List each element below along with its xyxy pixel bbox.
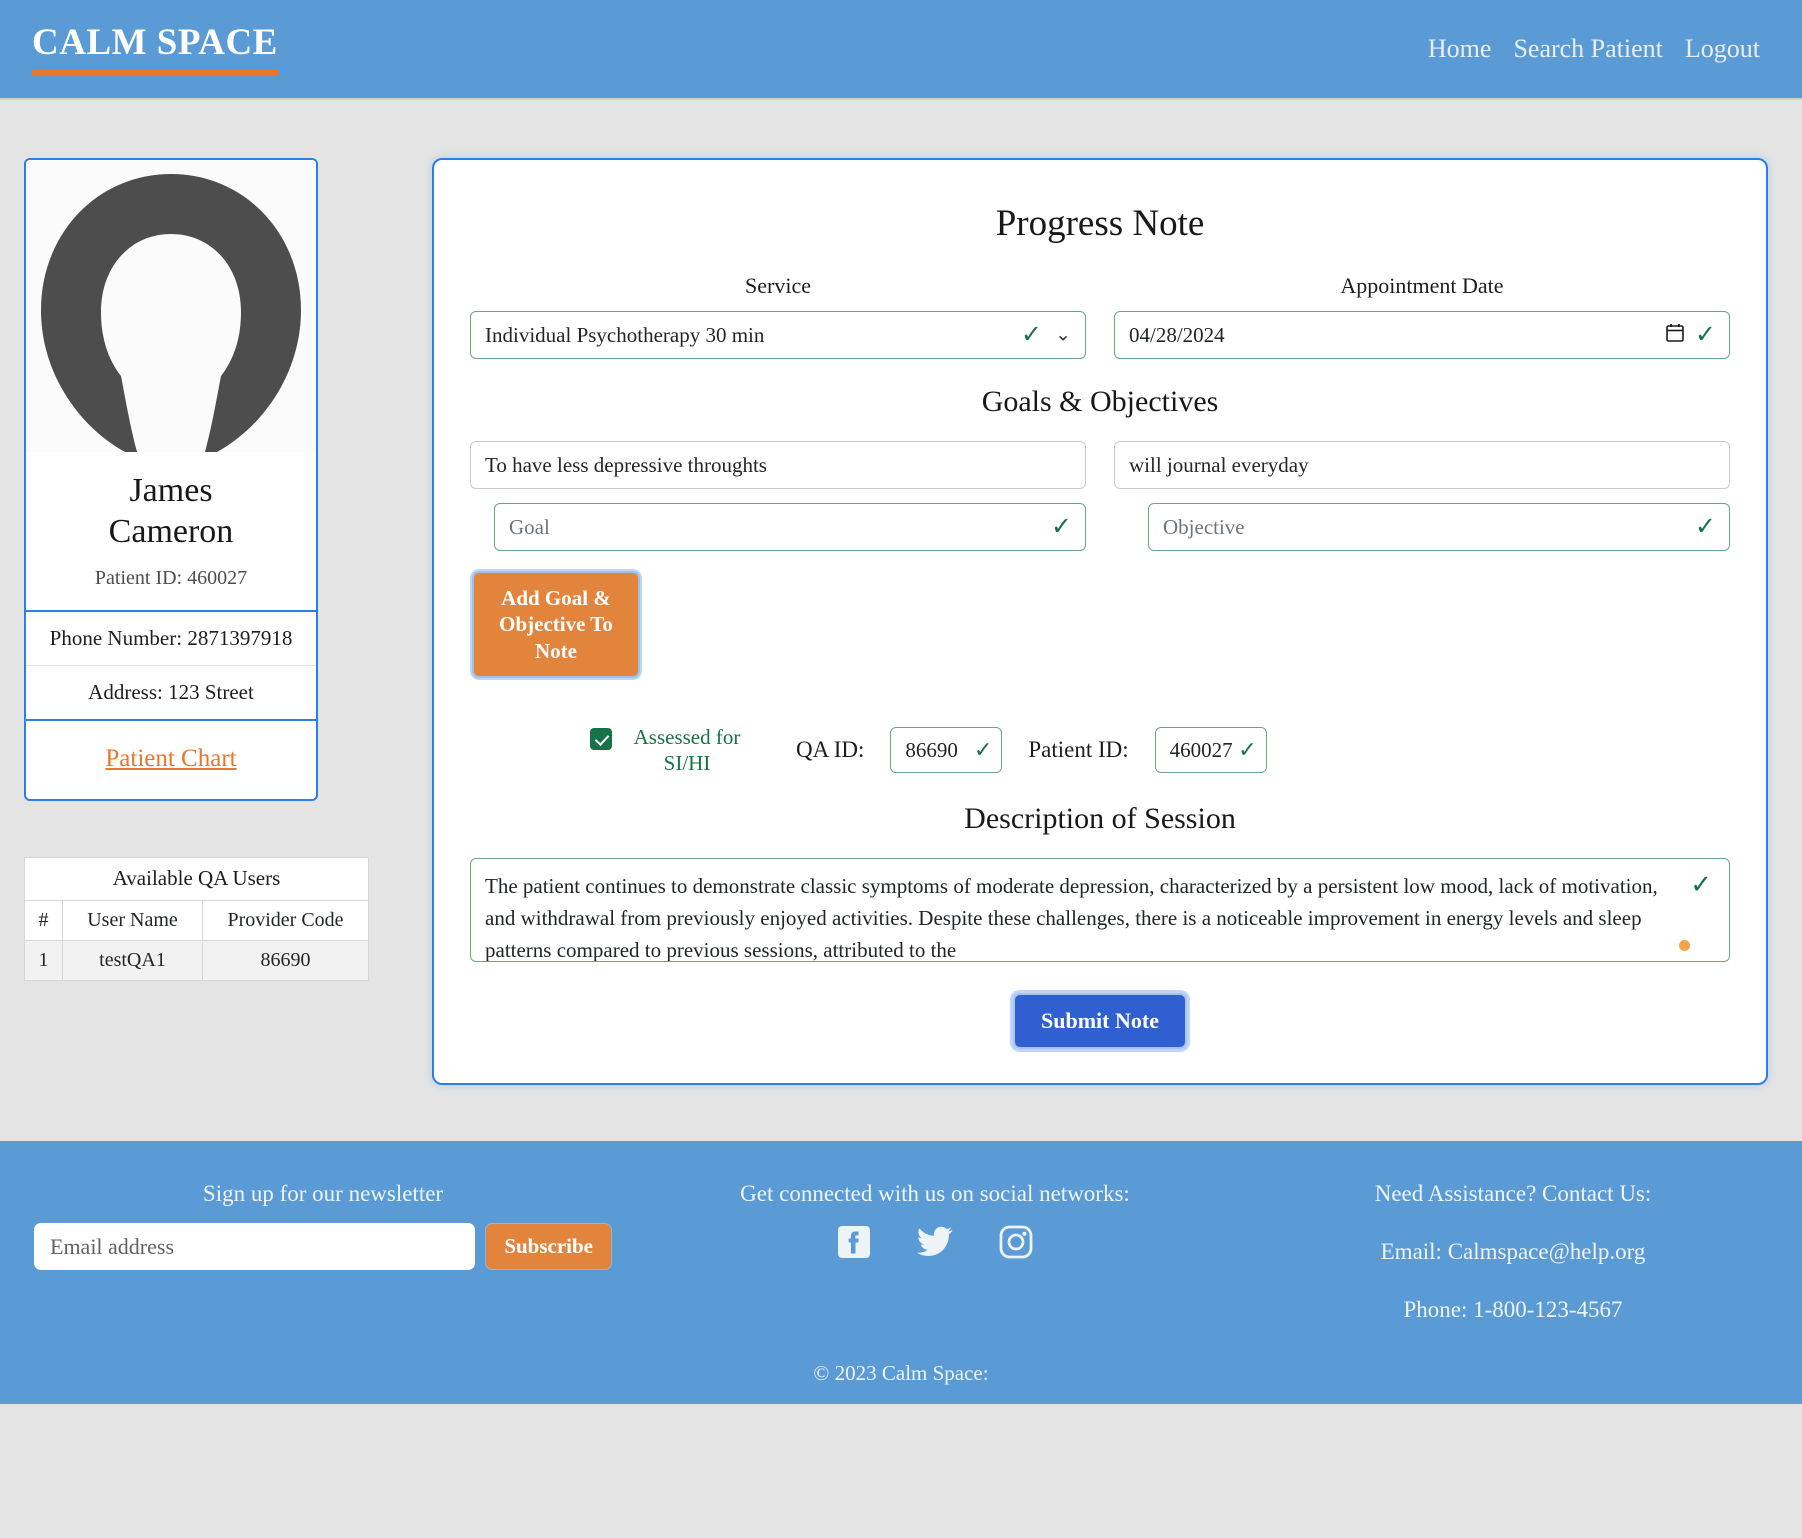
user-avatar-icon bbox=[41, 174, 301, 452]
objective-existing-input[interactable] bbox=[1114, 441, 1730, 489]
nav-link-logout[interactable]: Logout bbox=[1685, 34, 1760, 64]
goal-existing-input[interactable] bbox=[470, 441, 1086, 489]
footer-columns: Sign up for our newsletter Subscribe Get… bbox=[0, 1181, 1802, 1323]
qa-col-username: User Name bbox=[62, 899, 203, 941]
qa-col-number: # bbox=[24, 899, 63, 941]
goal-existing-field bbox=[470, 441, 1086, 489]
appointment-date-label: Appointment Date bbox=[1340, 273, 1504, 298]
contact-email: Email: Calmspace@help.org bbox=[1380, 1239, 1646, 1264]
assessed-label-line1: Assessed for bbox=[633, 724, 741, 749]
newsletter-form: Subscribe bbox=[34, 1223, 612, 1270]
patient-card-body: James Cameron Patient ID: 460027 bbox=[26, 452, 316, 610]
subscribe-button[interactable]: Subscribe bbox=[485, 1223, 612, 1270]
progress-note-panel: Progress Note Service ✓ ⌄ Appointment Da… bbox=[432, 158, 1768, 1086]
service-field: ✓ ⌄ bbox=[470, 311, 1086, 359]
qa-id-input[interactable] bbox=[890, 727, 1003, 773]
patient-last-name: Cameron bbox=[108, 513, 234, 551]
avatar bbox=[26, 160, 316, 452]
qa-users-table: Available QA Users # User Name Provider … bbox=[24, 856, 369, 981]
objective-new-field: ✓ bbox=[1148, 503, 1730, 551]
submit-note-button[interactable]: Submit Note bbox=[1013, 993, 1187, 1050]
qa-table-body: 1 testQA1 86690 bbox=[24, 939, 369, 981]
patient-card: James Cameron Patient ID: 460027 Phone N… bbox=[24, 158, 318, 801]
patient-id-label: Patient ID: bbox=[1028, 737, 1129, 762]
appointment-date-group: Appointment Date ✓ bbox=[1114, 273, 1730, 359]
qa-table-header-row: # User Name Provider Code bbox=[24, 899, 369, 941]
patient-id-text: Patient ID: 460027 bbox=[94, 566, 248, 589]
patient-phone: Phone Number: 2871397918 bbox=[26, 612, 316, 666]
objective-group: ✓ bbox=[1114, 441, 1730, 551]
top-navbar: CALM SPACE Home Search Patient Logout bbox=[0, 0, 1802, 100]
patient-id-input[interactable] bbox=[1154, 727, 1267, 773]
copyright-text: © 2023 Calm Space: bbox=[813, 1361, 989, 1385]
brand-logo[interactable]: CALM SPACE bbox=[32, 22, 278, 75]
description-title: Description of Session bbox=[964, 802, 1236, 836]
assessed-si-hi-group: Assessed for SI/HI bbox=[590, 724, 770, 777]
goal-group: ✓ bbox=[470, 441, 1086, 551]
submit-row: Submit Note bbox=[470, 993, 1730, 1050]
assessment-row: Assessed for SI/HI QA ID: ✓ Patient ID: … bbox=[470, 724, 1730, 777]
email-field[interactable] bbox=[34, 1223, 476, 1270]
goal-new-field: ✓ bbox=[494, 503, 1086, 551]
add-goal-objective-label-line1: Add Goal & bbox=[501, 586, 611, 610]
right-column: Progress Note Service ✓ ⌄ Appointment Da… bbox=[420, 158, 1802, 1086]
left-column: James Cameron Patient ID: 460027 Phone N… bbox=[0, 158, 420, 981]
patient-card-footer: Patient Chart bbox=[26, 721, 316, 799]
service-group: Service ✓ ⌄ bbox=[470, 273, 1086, 359]
goals-objectives-row: ✓ ✓ bbox=[470, 441, 1730, 551]
facebook-icon[interactable] bbox=[837, 1225, 871, 1259]
contact-phone: Phone: 1-800-123-4567 bbox=[1403, 1297, 1623, 1322]
social-column: Get connected with us on social networks… bbox=[646, 1181, 1224, 1259]
assessed-si-hi-checkbox[interactable] bbox=[590, 727, 612, 750]
goal-input[interactable] bbox=[494, 503, 1086, 551]
add-goal-objective-button[interactable]: Add Goal & Objective To Note bbox=[472, 571, 640, 678]
page-title: Progress Note bbox=[995, 203, 1205, 244]
social-title: Get connected with us on social networks… bbox=[740, 1181, 1130, 1206]
objective-existing-field bbox=[1114, 441, 1730, 489]
instagram-icon[interactable] bbox=[999, 1225, 1033, 1259]
patient-address: Address: 123 Street bbox=[88, 679, 254, 704]
social-icon-list bbox=[646, 1225, 1224, 1259]
appointment-date-field: ✓ bbox=[1114, 311, 1730, 359]
qa-cell-provider-code: 86690 bbox=[202, 939, 369, 981]
service-date-row: Service ✓ ⌄ Appointment Date bbox=[470, 273, 1730, 359]
patient-detail-list: Phone Number: 2871397918 Address: 123 St… bbox=[26, 609, 316, 721]
table-row: 1 testQA1 86690 bbox=[24, 939, 369, 981]
service-label: Service bbox=[745, 273, 811, 298]
qa-cell-username: testQA1 bbox=[62, 939, 203, 981]
contact-column: Need Assistance? Contact Us: Email: Calm… bbox=[1224, 1181, 1802, 1323]
qa-col-provider-code: Provider Code bbox=[202, 899, 369, 941]
add-goal-objective-label-line2: Objective To Note bbox=[499, 612, 613, 663]
description-textarea[interactable] bbox=[470, 858, 1730, 963]
qa-id-label: QA ID: bbox=[796, 737, 865, 762]
assessed-label-line2: SI/HI bbox=[663, 751, 711, 775]
patient-first-name: James bbox=[129, 472, 213, 509]
nav-link-home[interactable]: Home bbox=[1428, 34, 1492, 64]
patient-chart-link[interactable]: Patient Chart bbox=[105, 745, 236, 772]
nav-link-search-patient[interactable]: Search Patient bbox=[1513, 34, 1662, 64]
qa-id-field: ✓ bbox=[890, 727, 1003, 773]
qa-table-head: # User Name Provider Code bbox=[24, 899, 369, 941]
newsletter-column: Sign up for our newsletter Subscribe bbox=[0, 1181, 646, 1270]
contact-title: Need Assistance? Contact Us: bbox=[1374, 1181, 1652, 1206]
goal-new-wrap: ✓ bbox=[470, 503, 1086, 551]
qa-users-table-wrap: Available QA Users # User Name Provider … bbox=[24, 856, 369, 981]
goals-objectives-title: Goals & Objectives bbox=[981, 385, 1219, 418]
page-footer: Sign up for our newsletter Subscribe Get… bbox=[0, 1141, 1802, 1404]
qa-table-caption: Available QA Users bbox=[24, 856, 369, 900]
primary-nav: Home Search Patient Logout bbox=[1428, 34, 1770, 64]
service-select[interactable] bbox=[470, 311, 1086, 359]
page-content: James Cameron Patient ID: 460027 Phone N… bbox=[0, 100, 1802, 1105]
patient-id-field: ✓ bbox=[1154, 727, 1267, 773]
qa-cell-number: 1 bbox=[24, 939, 63, 981]
appointment-date-input[interactable] bbox=[1114, 311, 1730, 359]
twitter-icon[interactable] bbox=[917, 1225, 953, 1259]
newsletter-title: Sign up for our newsletter bbox=[202, 1181, 444, 1206]
objective-input[interactable] bbox=[1148, 503, 1730, 551]
objective-new-wrap: ✓ bbox=[1114, 503, 1730, 551]
patient-name: James Cameron bbox=[36, 470, 306, 553]
assessed-si-hi-label: Assessed for SI/HI bbox=[622, 724, 752, 777]
description-field: ✓ bbox=[470, 858, 1730, 967]
